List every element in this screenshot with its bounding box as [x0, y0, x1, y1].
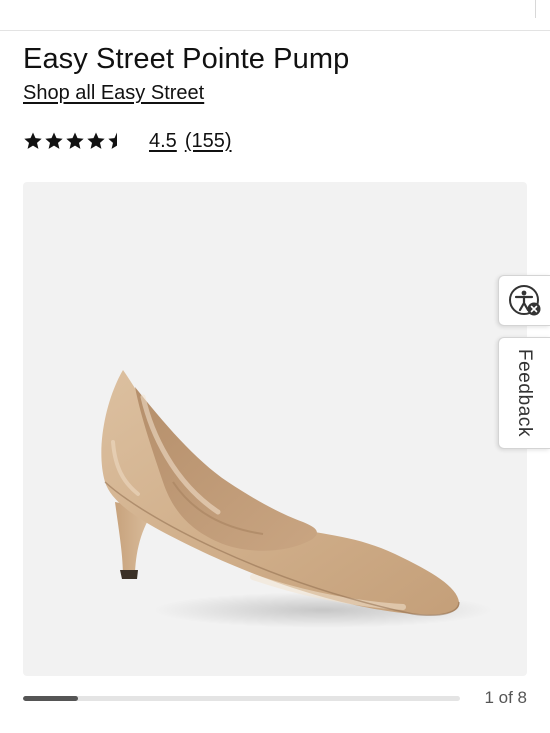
accessibility-icon: [508, 284, 540, 315]
product-image[interactable]: [23, 182, 527, 676]
star-half-icon: [107, 131, 127, 151]
star-full-icon: [23, 131, 43, 151]
rating-value[interactable]: 4.5: [149, 130, 177, 153]
product-title: Easy Street Pointe Pump: [23, 43, 350, 75]
feedback-tab[interactable]: Feedback: [498, 337, 550, 449]
carousel-progress-fill: [23, 696, 78, 701]
image-carousel-progress: [23, 696, 460, 701]
review-count-link[interactable]: (155): [185, 130, 232, 153]
star-full-icon: [44, 131, 64, 151]
feedback-label: Feedback: [514, 348, 536, 438]
shop-all-brand-link[interactable]: Shop all Easy Street: [23, 82, 204, 105]
accessibility-widget-button[interactable]: [498, 275, 550, 326]
star-full-icon: [65, 131, 85, 151]
image-counter: 1 of 8: [484, 688, 527, 707]
rating-summary[interactable]: 4.5 (155): [23, 127, 232, 155]
header-divider: [535, 0, 536, 18]
star-full-icon: [86, 131, 106, 151]
star-rating: [23, 131, 128, 151]
top-header-bar: [0, 0, 550, 31]
shoe-image: [101, 370, 493, 628]
